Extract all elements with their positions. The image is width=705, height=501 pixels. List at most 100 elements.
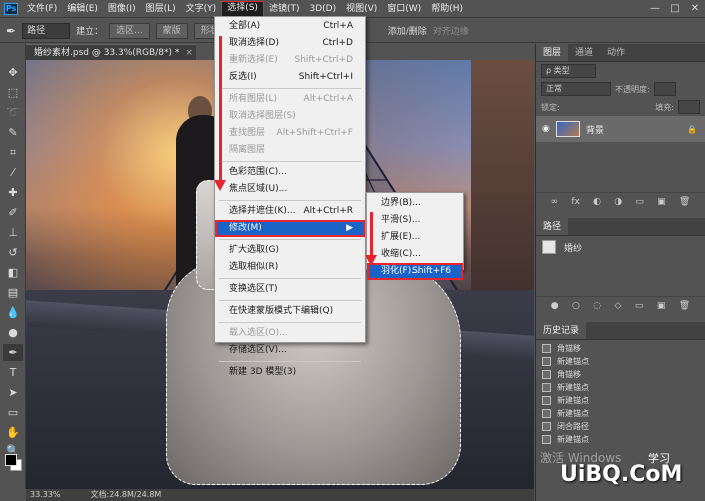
add-mask-icon[interactable]: ▭ — [635, 301, 644, 311]
history-brush-icon[interactable]: ↺ — [3, 244, 23, 261]
move-tool-icon[interactable]: ✥ — [3, 64, 23, 81]
history-item[interactable]: 角锚移 — [536, 368, 705, 381]
crop-tool-icon[interactable]: ⌗ — [3, 144, 23, 161]
lasso-tool-icon[interactable]: ➰ — [3, 104, 23, 121]
menu-item-all-layers[interactable]: 所有图层(L) Alt+Ctrl+A — [215, 91, 365, 108]
menu-help[interactable]: 帮助(H) — [426, 1, 468, 17]
maximize-button[interactable]: □ — [665, 3, 685, 14]
tab-paths[interactable]: 路径 — [536, 218, 569, 235]
make-work-path-icon[interactable]: ◇ — [615, 301, 622, 311]
tab-actions[interactable]: 动作 — [600, 44, 632, 61]
document-tab[interactable]: 婚纱素材.psd @ 33.3%(RGB/8*) * × — [26, 44, 196, 60]
tab-channels[interactable]: 通道 — [568, 44, 600, 61]
menu-edit[interactable]: 编辑(E) — [62, 1, 103, 17]
quick-select-tool-icon[interactable]: ✎ — [3, 124, 23, 141]
menu-item-isolate-layers[interactable]: 隔离图层 — [215, 142, 365, 159]
menu-view[interactable]: 视图(V) — [341, 1, 382, 17]
fill-field[interactable] — [678, 100, 700, 114]
history-item[interactable]: 新建锚点 — [536, 381, 705, 394]
blend-mode-select[interactable]: 正常 — [541, 82, 611, 96]
minimize-button[interactable]: — — [645, 3, 665, 14]
type-tool-icon[interactable]: T — [3, 364, 23, 381]
adjustment-layer-icon[interactable]: ◑ — [614, 197, 622, 207]
menu-item-modify[interactable]: 修改(M) ▶ — [215, 220, 365, 237]
menu-type[interactable]: 文字(Y) — [181, 1, 222, 17]
auto-add-delete-checkbox[interactable]: 添加/删除 — [388, 24, 427, 37]
menu-item-select-and-mask[interactable]: 选择并遮住(K)... Alt+Ctrl+R — [215, 203, 365, 220]
menu-image[interactable]: 图像(I) — [103, 1, 141, 17]
path-row-wedding-dress[interactable]: 婚纱 — [536, 236, 705, 258]
menu-item-contract[interactable]: 收缩(C)... — [367, 246, 463, 263]
stroke-path-icon[interactable]: ○ — [572, 301, 580, 311]
menu-item-similar[interactable]: 选取相似(R) — [215, 259, 365, 276]
new-path-icon[interactable]: ▣ — [657, 301, 666, 311]
layer-kind-filter[interactable]: ρ 类型 — [541, 64, 596, 78]
menu-item-select-all[interactable]: 全部(A) Ctrl+A — [215, 18, 365, 35]
menu-file[interactable]: 文件(F) — [22, 1, 62, 17]
shape-tool-icon[interactable]: ▭ — [3, 404, 23, 421]
marquee-tool-icon[interactable]: ⬚ — [3, 84, 23, 101]
history-item[interactable]: 新建锚点 — [536, 355, 705, 368]
link-layers-icon[interactable]: ∞ — [551, 197, 559, 207]
menu-window[interactable]: 窗口(W) — [382, 1, 426, 17]
menu-select[interactable]: 选择(S) — [221, 0, 264, 17]
menu-item-grow[interactable]: 扩大选取(G) — [215, 242, 365, 259]
new-group-icon[interactable]: ▭ — [635, 197, 644, 207]
delete-layer-icon[interactable]: 🗑 — [679, 197, 690, 207]
history-item[interactable]: 闭合路径 — [536, 420, 705, 433]
visibility-eye-icon[interactable]: ◉ — [542, 124, 550, 134]
menu-3d[interactable]: 3D(D) — [304, 1, 341, 17]
history-item[interactable]: 新建锚点 — [536, 433, 705, 446]
fill-path-icon[interactable]: ● — [551, 301, 559, 311]
clone-stamp-icon[interactable]: ⊥ — [3, 224, 23, 241]
photoshop-logo[interactable]: Ps — [0, 0, 22, 18]
menu-item-new-3d-model[interactable]: 新建 3D 模型(3) — [215, 364, 365, 381]
gradient-tool-icon[interactable]: ▤ — [3, 284, 23, 301]
menu-filter[interactable]: 滤镜(T) — [264, 1, 305, 17]
eyedropper-tool-icon[interactable]: ⁄ — [3, 164, 23, 181]
tab-history[interactable]: 历史记录 — [536, 322, 587, 339]
opacity-field[interactable] — [653, 82, 676, 96]
healing-brush-icon[interactable]: ✚ — [3, 184, 23, 201]
menu-layer[interactable]: 图层(L) — [141, 1, 181, 17]
layer-style-icon[interactable]: fx — [571, 197, 580, 207]
brush-tool-icon[interactable]: ✐ — [3, 204, 23, 221]
new-layer-icon[interactable]: ▣ — [657, 197, 666, 207]
align-edges-checkbox[interactable]: 对齐边缘 — [433, 24, 469, 37]
menu-item-border[interactable]: 边界(B)... — [367, 195, 463, 212]
menu-item-quick-mask[interactable]: 在快速蒙版模式下编辑(Q) — [215, 303, 365, 320]
close-window-button[interactable]: ✕ — [685, 3, 705, 14]
path-select-icon[interactable]: ➤ — [3, 384, 23, 401]
blur-tool-icon[interactable]: 💧 — [3, 304, 23, 321]
delete-path-icon[interactable]: 🗑 — [679, 301, 690, 311]
eraser-tool-icon[interactable]: ◧ — [3, 264, 23, 281]
history-item[interactable]: 角锚移 — [536, 342, 705, 355]
history-item[interactable]: 新建锚点 — [536, 407, 705, 420]
menu-item-load-selection[interactable]: 载入选区(O)... — [215, 325, 365, 342]
menu-item-find-layers[interactable]: 查找图层 Alt+Shift+Ctrl+F — [215, 125, 365, 142]
pen-tool-icon[interactable]: ✒ — [6, 24, 16, 38]
menu-item-color-range[interactable]: 色彩范围(C)... — [215, 164, 365, 181]
menu-item-feather[interactable]: 羽化(F)... Shift+F6 — [367, 263, 463, 280]
load-path-as-selection-icon[interactable]: ◌ — [593, 301, 601, 311]
menu-item-save-selection[interactable]: 存储选区(V)... — [215, 342, 365, 359]
tool-mode-select[interactable]: 路径 — [22, 22, 71, 39]
menu-item-expand[interactable]: 扩展(E)... — [367, 229, 463, 246]
dodge-tool-icon[interactable]: ● — [3, 324, 23, 341]
foreground-color-swatch[interactable] — [5, 454, 17, 466]
menu-item-deselect[interactable]: 取消选择(D) Ctrl+D — [215, 35, 365, 52]
zoom-level[interactable]: 33.33% — [30, 489, 61, 501]
menu-item-reselect[interactable]: 重新选择(E) Shift+Ctrl+D — [215, 52, 365, 69]
hand-tool-icon[interactable]: ✋ — [3, 424, 23, 441]
menu-item-smooth[interactable]: 平滑(S)... — [367, 212, 463, 229]
menu-item-focus-area[interactable]: 焦点区域(U)... — [215, 181, 365, 198]
make-mask-button[interactable]: 蒙版 — [155, 22, 188, 39]
close-tab-icon[interactable]: × — [185, 48, 193, 58]
menu-item-transform-selection[interactable]: 变换选区(T) — [215, 281, 365, 298]
menu-item-inverse[interactable]: 反选(I) Shift+Ctrl+I — [215, 69, 365, 86]
add-mask-icon[interactable]: ◐ — [593, 197, 601, 207]
layer-row-background[interactable]: ◉ 背景 🔒 — [536, 116, 705, 142]
menu-item-deselect-layers[interactable]: 取消选择图层(S) — [215, 108, 365, 125]
make-selection-button[interactable]: 选区... — [109, 22, 150, 39]
pen-tool-icon[interactable]: ✒ — [3, 344, 23, 361]
